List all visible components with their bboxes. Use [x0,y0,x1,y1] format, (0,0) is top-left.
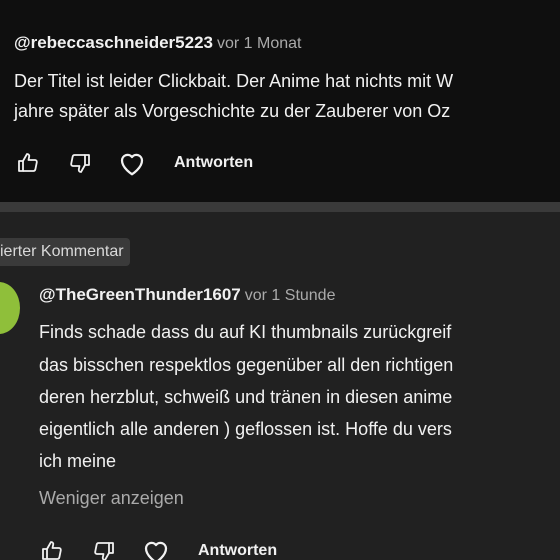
comment-rebeccaschneider: @rebeccaschneider5223 vor 1 Monat Der Tit… [0,0,560,202]
like-icon[interactable] [36,535,68,560]
comment-text-line: das bisschen respektlos gegenüber all de… [39,355,454,375]
comment-author[interactable]: @rebeccaschneider5223 [14,33,213,52]
comment-header: @rebeccaschneider5223 vor 1 Monat [14,33,301,53]
reply-button[interactable]: Antworten [198,542,277,560]
show-less-button[interactable]: Weniger anzeigen [39,488,184,509]
heart-icon[interactable] [140,535,172,560]
comment-actions: Antworten [36,535,277,560]
comment-time[interactable]: vor 1 Stunde [245,287,336,304]
comment-text-line: Der Titel ist leider Clickbait. Der Anim… [14,71,454,91]
comment-text-line: deren herzblut, schweiß und tränen in di… [39,387,453,407]
comment-header: @TheGreenThunder1607 vor 1 Stunde [39,285,335,305]
comment-text-line: jahre später als Vorgeschichte zu der Za… [14,101,451,121]
comment-author[interactable]: @TheGreenThunder1607 [39,285,241,304]
comment-actions: Antworten [12,147,253,179]
dislike-icon[interactable] [88,535,120,560]
comments-page: @rebeccaschneider5223 vor 1 Monat Der Tit… [0,0,560,560]
heart-icon[interactable] [116,147,148,179]
divider [0,202,560,212]
comment-text-line: Finds schade dass du auf KI thumbnails z… [39,322,452,342]
comment-text-line: ich meine [39,451,117,471]
comment-time[interactable]: vor 1 Monat [217,35,301,52]
dislike-icon[interactable] [64,147,96,179]
like-icon[interactable] [12,147,44,179]
comment-text-line: eigentlich alle anderen ) geflossen ist.… [39,419,452,439]
highlighted-comment-badge: ierter Kommentar [0,238,130,266]
reply-button[interactable]: Antworten [174,154,253,172]
